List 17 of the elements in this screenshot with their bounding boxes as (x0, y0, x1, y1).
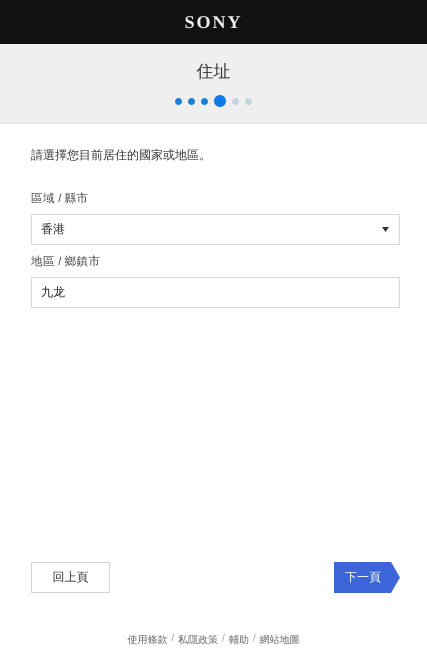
footer-link[interactable]: 輔助 (228, 633, 249, 647)
field-label: 區域 / 縣市 (31, 191, 90, 207)
dropdown-caret-icon (382, 227, 389, 232)
footer-link[interactable]: 使用條款 (127, 633, 168, 647)
page-title: 住址 (196, 61, 230, 83)
input-field[interactable]: 九龙 (31, 277, 400, 308)
back-button[interactable]: 回上頁 (31, 562, 110, 593)
separator-text: / (222, 633, 225, 646)
field-label: 地區 / 鄉鎮市 (31, 254, 102, 270)
footer-link[interactable]: 網站地圖 (260, 633, 300, 647)
sony-logo: SONY (184, 12, 242, 32)
instruction-text: 請選擇您目前居住的國家或地區。 (31, 147, 212, 164)
region-select[interactable]: 香港 (31, 214, 400, 245)
separator-text: / (252, 633, 256, 646)
next-button[interactable]: 下一頁 (334, 562, 400, 593)
footer-link[interactable]: 私隱政策 (178, 633, 218, 647)
separator-text: / (171, 633, 174, 646)
